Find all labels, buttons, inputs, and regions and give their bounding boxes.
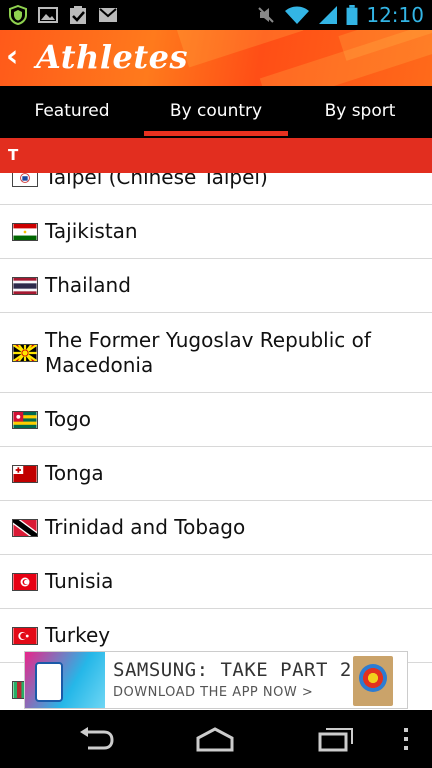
clipboard-check-icon xyxy=(70,6,86,24)
clock: 12:10 xyxy=(366,3,424,27)
decorative-streak xyxy=(176,30,304,68)
list-item[interactable]: Tajikistan xyxy=(0,205,432,259)
turkey-flag-icon xyxy=(12,626,38,645)
thailand-flag-icon xyxy=(12,276,38,295)
country-name: Turkey xyxy=(45,623,111,647)
phone-icon xyxy=(35,662,63,702)
home-icon[interactable] xyxy=(195,724,235,754)
macedonia-flag-icon xyxy=(12,343,38,362)
ad-headline: SAMSUNG: TAKE PART 2012 xyxy=(113,659,388,681)
list-item[interactable]: Togo xyxy=(0,393,432,447)
nav-bar xyxy=(0,710,432,768)
list-item[interactable]: Taipei (Chinese Taipei) xyxy=(0,173,432,205)
mute-icon xyxy=(258,7,275,23)
list-item[interactable]: Trinidad and Tobago xyxy=(0,501,432,555)
archery-target-icon xyxy=(353,656,393,706)
list-item[interactable]: The Former Yugoslav Republic of Macedoni… xyxy=(0,313,432,393)
overflow-menu-icon[interactable] xyxy=(398,724,414,754)
recent-apps-icon[interactable] xyxy=(316,724,356,754)
country-name: Thailand xyxy=(45,273,131,297)
tab-by-sport[interactable]: By sport xyxy=(288,86,432,136)
country-list[interactable]: Taipei (Chinese Taipei) Tajikistan Thail… xyxy=(0,173,432,710)
country-name: Taipei (Chinese Taipei) xyxy=(45,173,268,189)
togo-flag-icon xyxy=(12,410,38,429)
battery-icon xyxy=(346,5,358,25)
list-item[interactable]: Thailand xyxy=(0,259,432,313)
status-bar: 12:10 xyxy=(0,0,432,30)
country-name: Tunisia xyxy=(45,569,114,593)
tab-bar: Featured By country By sport xyxy=(0,86,432,136)
country-name: Trinidad and Tobago xyxy=(45,515,246,539)
tab-by-country[interactable]: By country xyxy=(144,86,288,136)
gmail-icon xyxy=(99,8,117,22)
country-name: Tajikistan xyxy=(45,219,138,243)
back-icon[interactable] xyxy=(76,724,116,754)
chevron-left-icon[interactable]: ‹ xyxy=(6,42,26,72)
image-icon xyxy=(38,7,58,23)
trinidad-flag-icon xyxy=(12,518,38,537)
tunisia-flag-icon xyxy=(12,572,38,591)
tonga-flag-icon xyxy=(12,464,38,483)
list-item[interactable]: Tunisia xyxy=(0,555,432,609)
tab-featured[interactable]: Featured xyxy=(0,86,144,136)
action-bar: ‹ Athletes xyxy=(0,30,432,86)
country-name: The Former Yugoslav Republic of Macedoni… xyxy=(45,327,371,377)
page-title[interactable]: Athletes xyxy=(36,38,188,76)
section-header: T xyxy=(0,138,432,173)
country-name: Tonga xyxy=(45,461,104,485)
taipei-flag-icon xyxy=(12,173,38,187)
list-item[interactable]: Tonga xyxy=(0,447,432,501)
country-name: Togo xyxy=(45,407,91,431)
tajikistan-flag-icon xyxy=(12,222,38,241)
ad-subline: DOWNLOAD THE APP NOW > xyxy=(113,685,314,700)
shield-icon xyxy=(9,5,27,25)
signal-icon xyxy=(319,6,338,24)
ad-banner[interactable]: SAMSUNG: TAKE PART 2012 DOWNLOAD THE APP… xyxy=(24,651,408,709)
wifi-icon xyxy=(285,6,310,24)
